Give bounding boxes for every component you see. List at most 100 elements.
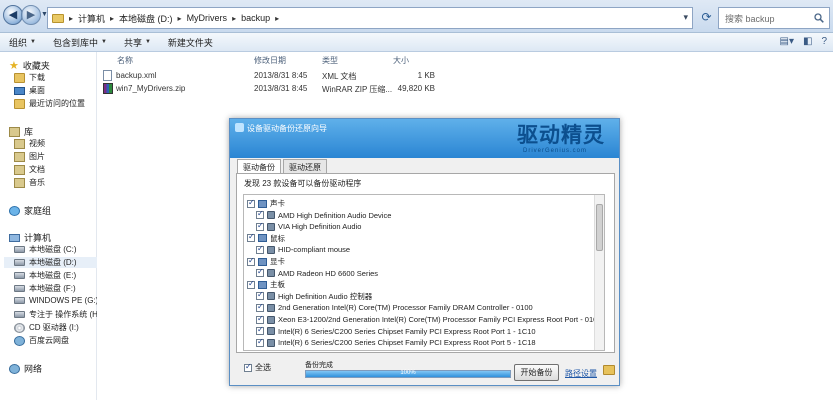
device-category-row[interactable]: 鼠标 bbox=[247, 232, 285, 244]
scrollbar-thumb[interactable] bbox=[596, 204, 603, 251]
device-row[interactable]: Intel(R) 6 Series/C200 Series Chipset Fa… bbox=[256, 325, 536, 337]
breadcrumb-mydrivers[interactable]: MyDrivers bbox=[187, 13, 228, 23]
column-header-type[interactable]: 类型 bbox=[322, 55, 338, 66]
organize-menu[interactable]: 组织 ▼ bbox=[9, 36, 36, 49]
forward-button[interactable]: ▶ bbox=[21, 5, 41, 25]
chevron-right-icon[interactable]: ▸ bbox=[110, 14, 114, 23]
preview-pane-icon[interactable]: ◧ bbox=[803, 36, 812, 47]
device-row[interactable]: AMD Radeon HD 6600 Series bbox=[256, 267, 378, 279]
breadcrumb-backup[interactable]: backup bbox=[241, 13, 270, 23]
nav-item-drive-c[interactable]: 本地磁盘 (C:) bbox=[14, 244, 77, 255]
checkbox-icon[interactable] bbox=[247, 198, 255, 208]
path-box[interactable]: ▸ 计算机 ▸ 本地磁盘 (D:) ▸ MyDrivers ▸ backup ▸… bbox=[47, 7, 693, 29]
file-type: WinRAR ZIP 压缩... bbox=[322, 85, 393, 94]
nav-item-videos[interactable]: 视频 bbox=[14, 138, 45, 149]
device-label: 鼠标 bbox=[270, 233, 285, 243]
computer-icon bbox=[9, 233, 20, 242]
nav-libraries[interactable]: 库 bbox=[9, 125, 33, 138]
breadcrumb-computer[interactable]: 计算机 bbox=[78, 12, 105, 25]
path-settings-link[interactable]: 路径设置 bbox=[565, 368, 597, 379]
nav-item-downloads[interactable]: 下载 bbox=[14, 72, 45, 83]
nav-label: 网络 bbox=[24, 364, 43, 374]
checkbox-icon[interactable] bbox=[256, 221, 264, 231]
file-row[interactable]: backup.xml 2013/8/31 8:45 XML 文档 1 KB bbox=[101, 70, 541, 83]
nav-item-music[interactable]: 音乐 bbox=[14, 177, 45, 188]
column-header-date[interactable]: 修改日期 bbox=[254, 55, 286, 66]
checkbox-icon[interactable] bbox=[256, 290, 264, 301]
videos-icon bbox=[14, 138, 25, 149]
device-icon bbox=[267, 292, 275, 301]
device-category-row[interactable]: 声卡 bbox=[247, 198, 285, 209]
back-button[interactable]: ◀ bbox=[3, 5, 23, 25]
device-row[interactable]: Xeon E3-1200/2nd Generation Intel(R) Cor… bbox=[256, 314, 597, 325]
checkbox-icon[interactable] bbox=[256, 337, 264, 347]
checkbox-icon[interactable] bbox=[256, 267, 264, 278]
chevron-right-icon[interactable]: ▸ bbox=[232, 14, 236, 23]
cd-drive-icon bbox=[14, 322, 25, 333]
nav-item-baidu-cloud[interactable]: 百度云网盘 bbox=[14, 335, 69, 346]
device-label: Xeon E3-1200/2nd Generation Intel(R) Cor… bbox=[278, 315, 598, 324]
checkbox-icon[interactable] bbox=[256, 209, 264, 220]
checkbox-icon[interactable] bbox=[256, 244, 264, 254]
nav-favorites[interactable]: ★ 收藏夹 bbox=[9, 59, 50, 72]
nav-item-cd-drive[interactable]: CD 驱动器 (I:) bbox=[14, 322, 79, 333]
select-all-checkbox[interactable]: 全选 bbox=[244, 362, 271, 373]
nav-homegroup[interactable]: 家庭组 bbox=[9, 204, 51, 217]
drive-icon bbox=[14, 246, 25, 253]
start-backup-button[interactable]: 开始备份 bbox=[514, 364, 559, 381]
nav-item-drive-e[interactable]: 本地磁盘 (E:) bbox=[14, 270, 76, 281]
nav-computer[interactable]: 计算机 bbox=[9, 231, 51, 244]
path-dropdown-icon[interactable]: ▾ bbox=[683, 12, 688, 23]
column-header-name[interactable]: 名称 bbox=[117, 55, 133, 66]
share-menu[interactable]: 共享 ▼ bbox=[124, 36, 151, 49]
xml-file-icon bbox=[103, 70, 112, 81]
new-folder-button[interactable]: 新建文件夹 bbox=[168, 36, 213, 49]
cloud-drive-icon bbox=[14, 335, 25, 346]
nav-item-pictures[interactable]: 图片 bbox=[14, 151, 45, 162]
device-icon bbox=[267, 269, 275, 278]
tab-restore[interactable]: 驱动还原 bbox=[283, 159, 327, 173]
device-row[interactable]: High Definition Audio 控制器 bbox=[256, 290, 373, 302]
device-row[interactable]: AMD High Definition Audio Device bbox=[256, 209, 391, 221]
checkbox-icon[interactable] bbox=[247, 256, 255, 266]
device-category-row[interactable]: 主板 bbox=[247, 279, 285, 290]
nav-item-recent[interactable]: 最近访问的位置 bbox=[14, 98, 85, 109]
checkbox-icon[interactable] bbox=[247, 232, 255, 243]
nav-item-drive-g[interactable]: WINDOWS PE (G:) bbox=[14, 296, 98, 305]
nav-item-documents[interactable]: 文档 bbox=[14, 164, 45, 175]
chevron-right-icon[interactable]: ▸ bbox=[69, 14, 73, 23]
scrollbar[interactable] bbox=[594, 195, 604, 350]
breadcrumb-drive-d[interactable]: 本地磁盘 (D:) bbox=[119, 12, 173, 25]
refresh-icon[interactable]: ⟳ bbox=[698, 8, 715, 27]
checkbox-icon[interactable] bbox=[256, 302, 264, 312]
device-category-row[interactable]: 显卡 bbox=[247, 256, 285, 267]
view-options-icon[interactable]: ▤▾ bbox=[780, 36, 794, 47]
dialog-header[interactable]: 设备驱动备份还原向导 驱动精灵 DriverGenius.com bbox=[230, 119, 619, 158]
device-row[interactable]: 2nd Generation Intel(R) Core(TM) Process… bbox=[256, 302, 533, 313]
nav-network[interactable]: 网络 bbox=[9, 362, 42, 375]
device-label: High Definition Audio 控制器 bbox=[278, 291, 373, 301]
dialog-tabs: 驱动备份 驱动还原 bbox=[237, 159, 327, 173]
tab-backup[interactable]: 驱动备份 bbox=[237, 159, 281, 173]
nav-item-drive-f[interactable]: 本地磁盘 (F:) bbox=[14, 283, 76, 294]
chevron-right-icon[interactable]: ▸ bbox=[178, 14, 182, 23]
checkbox-icon[interactable] bbox=[247, 279, 255, 289]
chevron-right-icon[interactable]: ▸ bbox=[275, 14, 279, 23]
file-row[interactable]: win7_MyDrivers.zip 2013/8/31 8:45 WinRAR… bbox=[101, 83, 541, 96]
include-in-library-menu[interactable]: 包含到库中 ▼ bbox=[53, 36, 107, 49]
checkbox-icon[interactable] bbox=[256, 325, 264, 336]
device-row[interactable]: Intel(R) 6 Series/C200 Series Chipset Fa… bbox=[256, 337, 536, 348]
nav-item-drive-h[interactable]: 专注于 操作系统 (H:) bbox=[14, 309, 103, 320]
category-icon bbox=[258, 234, 267, 243]
nav-item-drive-d[interactable]: 本地磁盘 (D:) bbox=[4, 257, 97, 268]
checkbox-icon[interactable] bbox=[256, 314, 264, 324]
help-icon[interactable]: ? bbox=[821, 36, 827, 47]
device-row[interactable]: VIA High Definition Audio bbox=[256, 221, 361, 232]
device-row[interactable]: HID-compliant mouse bbox=[256, 244, 350, 255]
device-icon bbox=[267, 338, 275, 347]
search-input[interactable]: 搜索 backup bbox=[718, 7, 830, 29]
nav-label: 视频 bbox=[29, 139, 45, 148]
open-folder-icon[interactable] bbox=[603, 365, 615, 375]
nav-item-desktop[interactable]: 桌面 bbox=[14, 85, 45, 96]
column-header-size[interactable]: 大小 bbox=[393, 55, 409, 66]
